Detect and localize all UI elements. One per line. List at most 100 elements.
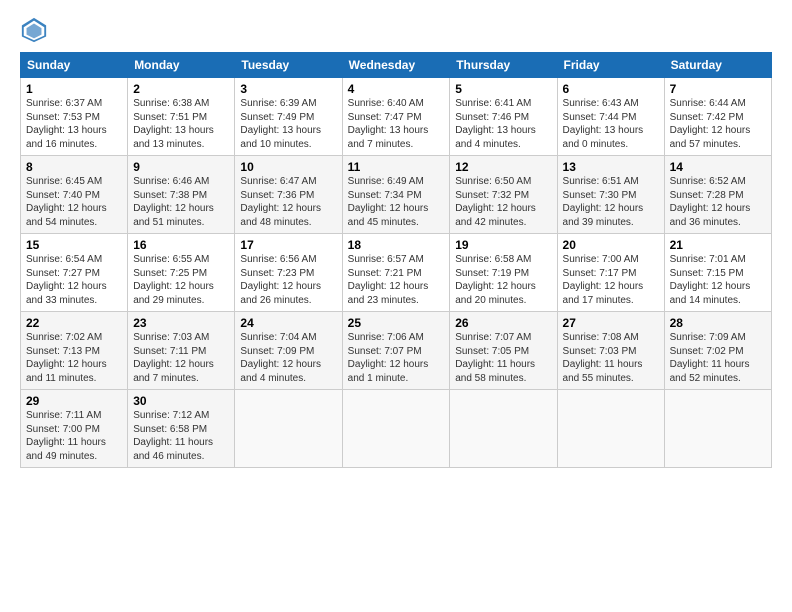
calendar-cell <box>664 390 771 468</box>
calendar-week-row: 8Sunrise: 6:45 AM Sunset: 7:40 PM Daylig… <box>21 156 772 234</box>
calendar-cell: 25Sunrise: 7:06 AM Sunset: 7:07 PM Dayli… <box>342 312 450 390</box>
day-number: 18 <box>348 238 445 252</box>
calendar-cell: 28Sunrise: 7:09 AM Sunset: 7:02 PM Dayli… <box>664 312 771 390</box>
calendar-week-row: 1Sunrise: 6:37 AM Sunset: 7:53 PM Daylig… <box>21 78 772 156</box>
calendar-header-wednesday: Wednesday <box>342 53 450 78</box>
calendar-cell: 22Sunrise: 7:02 AM Sunset: 7:13 PM Dayli… <box>21 312 128 390</box>
day-number: 24 <box>240 316 336 330</box>
day-number: 22 <box>26 316 122 330</box>
day-number: 12 <box>455 160 551 174</box>
day-number: 30 <box>133 394 229 408</box>
calendar-cell: 29Sunrise: 7:11 AM Sunset: 7:00 PM Dayli… <box>21 390 128 468</box>
calendar-cell: 21Sunrise: 7:01 AM Sunset: 7:15 PM Dayli… <box>664 234 771 312</box>
day-info: Sunrise: 6:45 AM Sunset: 7:40 PM Dayligh… <box>26 175 122 229</box>
calendar-header-sunday: Sunday <box>21 53 128 78</box>
day-number: 4 <box>348 82 445 96</box>
calendar-cell: 10Sunrise: 6:47 AM Sunset: 7:36 PM Dayli… <box>235 156 342 234</box>
day-number: 8 <box>26 160 122 174</box>
calendar-header-tuesday: Tuesday <box>235 53 342 78</box>
day-info: Sunrise: 6:56 AM Sunset: 7:23 PM Dayligh… <box>240 253 336 307</box>
calendar-cell: 2Sunrise: 6:38 AM Sunset: 7:51 PM Daylig… <box>128 78 235 156</box>
day-info: Sunrise: 6:46 AM Sunset: 7:38 PM Dayligh… <box>133 175 229 229</box>
day-number: 23 <box>133 316 229 330</box>
day-info: Sunrise: 7:08 AM Sunset: 7:03 PM Dayligh… <box>563 331 659 385</box>
calendar: SundayMondayTuesdayWednesdayThursdayFrid… <box>20 52 772 468</box>
calendar-cell <box>342 390 450 468</box>
day-info: Sunrise: 6:39 AM Sunset: 7:49 PM Dayligh… <box>240 97 336 151</box>
calendar-cell <box>557 390 664 468</box>
calendar-cell: 6Sunrise: 6:43 AM Sunset: 7:44 PM Daylig… <box>557 78 664 156</box>
day-number: 28 <box>670 316 766 330</box>
calendar-cell: 8Sunrise: 6:45 AM Sunset: 7:40 PM Daylig… <box>21 156 128 234</box>
calendar-cell: 15Sunrise: 6:54 AM Sunset: 7:27 PM Dayli… <box>21 234 128 312</box>
day-number: 19 <box>455 238 551 252</box>
day-number: 3 <box>240 82 336 96</box>
day-info: Sunrise: 6:40 AM Sunset: 7:47 PM Dayligh… <box>348 97 445 151</box>
calendar-cell: 4Sunrise: 6:40 AM Sunset: 7:47 PM Daylig… <box>342 78 450 156</box>
day-info: Sunrise: 7:02 AM Sunset: 7:13 PM Dayligh… <box>26 331 122 385</box>
day-info: Sunrise: 6:37 AM Sunset: 7:53 PM Dayligh… <box>26 97 122 151</box>
day-number: 2 <box>133 82 229 96</box>
day-number: 21 <box>670 238 766 252</box>
day-number: 1 <box>26 82 122 96</box>
calendar-cell: 9Sunrise: 6:46 AM Sunset: 7:38 PM Daylig… <box>128 156 235 234</box>
calendar-cell: 12Sunrise: 6:50 AM Sunset: 7:32 PM Dayli… <box>450 156 557 234</box>
day-info: Sunrise: 6:54 AM Sunset: 7:27 PM Dayligh… <box>26 253 122 307</box>
day-info: Sunrise: 7:09 AM Sunset: 7:02 PM Dayligh… <box>670 331 766 385</box>
day-number: 5 <box>455 82 551 96</box>
day-number: 11 <box>348 160 445 174</box>
logo-icon <box>20 16 48 44</box>
header <box>20 16 772 44</box>
calendar-cell: 30Sunrise: 7:12 AM Sunset: 6:58 PM Dayli… <box>128 390 235 468</box>
day-info: Sunrise: 6:43 AM Sunset: 7:44 PM Dayligh… <box>563 97 659 151</box>
day-number: 17 <box>240 238 336 252</box>
day-number: 6 <box>563 82 659 96</box>
calendar-header-friday: Friday <box>557 53 664 78</box>
calendar-body: 1Sunrise: 6:37 AM Sunset: 7:53 PM Daylig… <box>21 78 772 468</box>
day-number: 7 <box>670 82 766 96</box>
day-info: Sunrise: 6:41 AM Sunset: 7:46 PM Dayligh… <box>455 97 551 151</box>
calendar-cell: 27Sunrise: 7:08 AM Sunset: 7:03 PM Dayli… <box>557 312 664 390</box>
day-info: Sunrise: 6:51 AM Sunset: 7:30 PM Dayligh… <box>563 175 659 229</box>
calendar-cell <box>235 390 342 468</box>
calendar-cell <box>450 390 557 468</box>
day-number: 29 <box>26 394 122 408</box>
calendar-header-thursday: Thursday <box>450 53 557 78</box>
day-info: Sunrise: 7:01 AM Sunset: 7:15 PM Dayligh… <box>670 253 766 307</box>
day-info: Sunrise: 7:12 AM Sunset: 6:58 PM Dayligh… <box>133 409 229 463</box>
day-info: Sunrise: 6:38 AM Sunset: 7:51 PM Dayligh… <box>133 97 229 151</box>
day-info: Sunrise: 7:11 AM Sunset: 7:00 PM Dayligh… <box>26 409 122 463</box>
calendar-cell: 18Sunrise: 6:57 AM Sunset: 7:21 PM Dayli… <box>342 234 450 312</box>
calendar-cell: 19Sunrise: 6:58 AM Sunset: 7:19 PM Dayli… <box>450 234 557 312</box>
day-number: 14 <box>670 160 766 174</box>
day-number: 26 <box>455 316 551 330</box>
calendar-week-row: 15Sunrise: 6:54 AM Sunset: 7:27 PM Dayli… <box>21 234 772 312</box>
calendar-cell: 24Sunrise: 7:04 AM Sunset: 7:09 PM Dayli… <box>235 312 342 390</box>
calendar-cell: 3Sunrise: 6:39 AM Sunset: 7:49 PM Daylig… <box>235 78 342 156</box>
day-number: 15 <box>26 238 122 252</box>
day-info: Sunrise: 6:44 AM Sunset: 7:42 PM Dayligh… <box>670 97 766 151</box>
day-info: Sunrise: 6:47 AM Sunset: 7:36 PM Dayligh… <box>240 175 336 229</box>
calendar-cell: 26Sunrise: 7:07 AM Sunset: 7:05 PM Dayli… <box>450 312 557 390</box>
day-info: Sunrise: 6:50 AM Sunset: 7:32 PM Dayligh… <box>455 175 551 229</box>
calendar-cell: 5Sunrise: 6:41 AM Sunset: 7:46 PM Daylig… <box>450 78 557 156</box>
calendar-cell: 17Sunrise: 6:56 AM Sunset: 7:23 PM Dayli… <box>235 234 342 312</box>
day-info: Sunrise: 7:03 AM Sunset: 7:11 PM Dayligh… <box>133 331 229 385</box>
calendar-cell: 14Sunrise: 6:52 AM Sunset: 7:28 PM Dayli… <box>664 156 771 234</box>
calendar-header-row: SundayMondayTuesdayWednesdayThursdayFrid… <box>21 53 772 78</box>
day-info: Sunrise: 7:04 AM Sunset: 7:09 PM Dayligh… <box>240 331 336 385</box>
day-info: Sunrise: 7:00 AM Sunset: 7:17 PM Dayligh… <box>563 253 659 307</box>
day-number: 20 <box>563 238 659 252</box>
day-info: Sunrise: 6:57 AM Sunset: 7:21 PM Dayligh… <box>348 253 445 307</box>
day-info: Sunrise: 6:52 AM Sunset: 7:28 PM Dayligh… <box>670 175 766 229</box>
calendar-cell: 13Sunrise: 6:51 AM Sunset: 7:30 PM Dayli… <box>557 156 664 234</box>
logo <box>20 16 52 44</box>
day-number: 13 <box>563 160 659 174</box>
day-info: Sunrise: 7:06 AM Sunset: 7:07 PM Dayligh… <box>348 331 445 385</box>
day-number: 25 <box>348 316 445 330</box>
calendar-header-monday: Monday <box>128 53 235 78</box>
day-info: Sunrise: 6:58 AM Sunset: 7:19 PM Dayligh… <box>455 253 551 307</box>
calendar-cell: 1Sunrise: 6:37 AM Sunset: 7:53 PM Daylig… <box>21 78 128 156</box>
calendar-week-row: 29Sunrise: 7:11 AM Sunset: 7:00 PM Dayli… <box>21 390 772 468</box>
day-info: Sunrise: 7:07 AM Sunset: 7:05 PM Dayligh… <box>455 331 551 385</box>
